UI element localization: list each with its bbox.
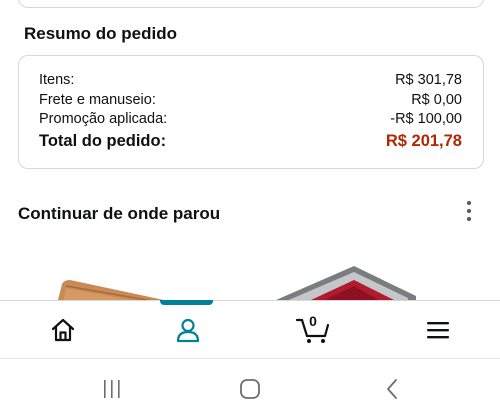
cart-count-badge: 0 <box>309 313 317 329</box>
user-icon <box>176 318 199 343</box>
nav-home[interactable] <box>0 301 125 359</box>
summary-value: -R$ 100,00 <box>390 111 462 127</box>
system-home-button[interactable] <box>238 377 262 401</box>
system-back-button[interactable] <box>380 377 404 401</box>
nav-menu[interactable] <box>375 301 500 359</box>
order-summary-title: Resumo do pedido <box>24 24 177 43</box>
summary-value: R$ 0,00 <box>411 92 462 108</box>
summary-label: Promoção aplicada: <box>39 111 168 127</box>
recents-icon <box>104 380 120 398</box>
summary-row-total: Total do pedido: R$ 201,78 <box>39 132 462 151</box>
nav-cart[interactable] <box>250 301 375 359</box>
total-value: R$ 201,78 <box>385 132 462 150</box>
home-circle-icon <box>240 379 260 399</box>
more-vertical-icon[interactable] <box>462 199 476 223</box>
active-tab-indicator <box>160 300 213 305</box>
nav-account[interactable] <box>125 301 250 359</box>
hamburger-menu-icon <box>426 322 449 339</box>
summary-label: Frete e manuseio: <box>39 92 156 108</box>
recents-button[interactable] <box>100 377 124 401</box>
order-summary-card: Itens: R$ 301,78 Frete e manuseio: R$ 0,… <box>18 55 484 169</box>
summary-row-promotion: Promoção aplicada: -R$ 100,00 <box>39 111 462 127</box>
summary-row-items: Itens: R$ 301,78 <box>39 72 462 88</box>
summary-value: R$ 301,78 <box>395 72 462 88</box>
summary-label: Itens: <box>39 72 75 88</box>
continue-section-title: Continuar de onde parou <box>18 204 221 223</box>
home-icon <box>51 318 74 342</box>
summary-row-shipping: Frete e manuseio: R$ 0,00 <box>39 92 462 108</box>
previous-card-bottom <box>18 0 484 8</box>
back-icon <box>387 379 397 399</box>
system-navigation-bar <box>0 359 500 417</box>
total-label: Total do pedido: <box>39 132 167 150</box>
bottom-navigation <box>0 300 500 358</box>
